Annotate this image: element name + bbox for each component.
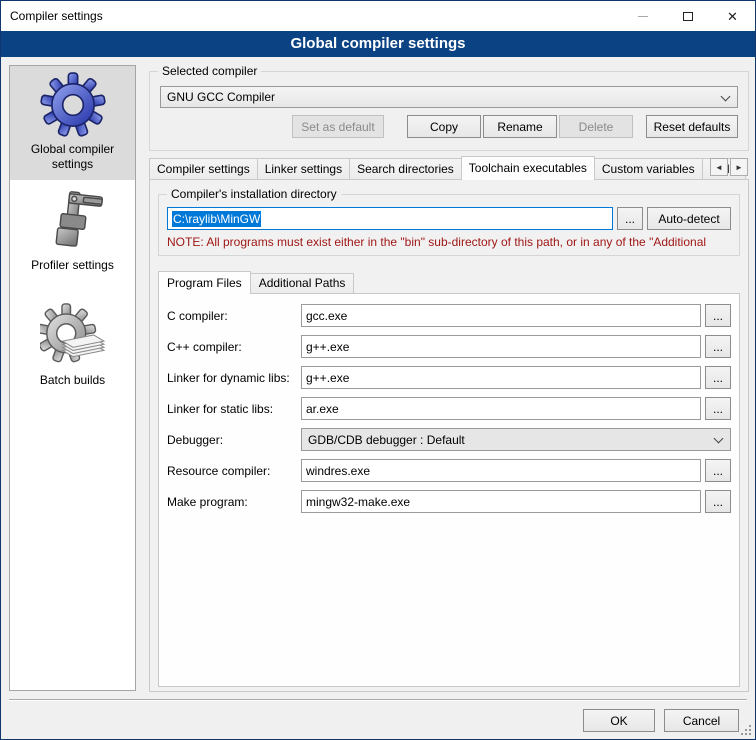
window-title: Compiler settings (1, 9, 103, 23)
cancel-button[interactable]: Cancel (664, 709, 739, 732)
arrow-left-icon: ◄ (715, 163, 723, 172)
linker-static-label: Linker for static libs: (167, 402, 301, 416)
linker-static-value: ar.exe (306, 402, 339, 416)
auto-detect-button[interactable]: Auto-detect (647, 207, 731, 230)
tab-toolchain-executables[interactable]: Toolchain executables (461, 156, 595, 180)
cpp-compiler-label: C++ compiler: (167, 340, 301, 354)
linker-dynamic-label: Linker for dynamic libs: (167, 371, 301, 385)
settings-tabstrip: Compiler settings Linker settings Search… (149, 155, 749, 179)
caliper-icon (40, 188, 106, 254)
minimize-icon (638, 16, 648, 17)
close-button[interactable]: ✕ (710, 1, 755, 31)
cpp-compiler-value: g++.exe (306, 340, 349, 354)
sidebar-item-label: Profiler settings (12, 258, 133, 273)
make-program-input[interactable]: mingw32-make.exe (301, 490, 701, 513)
dialog-heading: Global compiler settings (1, 31, 755, 57)
tab-scroll-left-button[interactable]: ◄ (710, 158, 728, 176)
linker-dynamic-value: g++.exe (306, 371, 349, 385)
browse-directory-button[interactable]: ... (617, 207, 643, 230)
footer-separator (9, 699, 747, 700)
debugger-label: Debugger: (167, 433, 301, 447)
maximize-icon (683, 12, 693, 21)
main-content: Selected compiler GNU GCC Compiler Set a… (149, 65, 749, 692)
linker-dynamic-browse-button[interactable]: ... (705, 366, 731, 389)
minimize-button[interactable] (620, 1, 665, 31)
maximize-button[interactable] (665, 1, 710, 31)
program-files-notebook: Program Files Additional Paths C compile… (158, 270, 740, 687)
resource-compiler-value: windres.exe (306, 464, 370, 478)
debugger-value: GDB/CDB debugger : Default (308, 433, 465, 447)
tab-additional-paths[interactable]: Additional Paths (250, 273, 355, 293)
chevron-down-icon (721, 92, 731, 102)
installation-directory-group-label: Compiler's installation directory (167, 187, 341, 201)
resize-grip[interactable] (749, 733, 751, 735)
bin-subdirectory-note: NOTE: All programs must exist either in … (167, 235, 731, 249)
reset-defaults-button[interactable]: Reset defaults (646, 115, 738, 138)
c-compiler-value: gcc.exe (306, 309, 347, 323)
resource-compiler-label: Resource compiler: (167, 464, 301, 478)
tab-linker-settings[interactable]: Linker settings (257, 158, 350, 179)
resource-compiler-input[interactable]: windres.exe (301, 459, 701, 482)
tab-compiler-settings[interactable]: Compiler settings (149, 158, 258, 179)
c-compiler-browse-button[interactable]: ... (705, 304, 731, 327)
field-row-linker-dynamic: Linker for dynamic libs: g++.exe ... (167, 366, 731, 389)
rename-button[interactable]: Rename (483, 115, 557, 138)
make-program-browse-button[interactable]: ... (705, 490, 731, 513)
sidebar-item-batch-builds[interactable]: Batch builds (10, 297, 135, 396)
cpp-compiler-browse-button[interactable]: ... (705, 335, 731, 358)
debugger-select[interactable]: GDB/CDB debugger : Default (301, 428, 731, 451)
close-icon: ✕ (727, 10, 738, 23)
resource-compiler-browse-button[interactable]: ... (705, 459, 731, 482)
titlebar: Compiler settings ✕ (1, 1, 755, 31)
field-row-make-program: Make program: mingw32-make.exe ... (167, 490, 731, 513)
toolchain-executables-page: Compiler's installation directory C:\ray… (149, 179, 749, 692)
c-compiler-input[interactable]: gcc.exe (301, 304, 701, 327)
installation-directory-value: C:\raylib\MinGW (172, 211, 261, 227)
arrow-right-icon: ► (735, 163, 743, 172)
sidebar-item-label: Batch builds (12, 373, 133, 388)
field-row-resource-compiler: Resource compiler: windres.exe ... (167, 459, 731, 482)
footer-buttons: OK Cancel (583, 709, 739, 732)
linker-static-browse-button[interactable]: ... (705, 397, 731, 420)
compiler-select[interactable]: GNU GCC Compiler (160, 86, 738, 108)
cpp-compiler-input[interactable]: g++.exe (301, 335, 701, 358)
field-row-c-compiler: C compiler: gcc.exe ... (167, 304, 731, 327)
copy-button[interactable]: Copy (407, 115, 481, 138)
linker-static-input[interactable]: ar.exe (301, 397, 701, 420)
installation-directory-group: Compiler's installation directory C:\ray… (158, 194, 740, 256)
set-as-default-button[interactable]: Set as default (292, 115, 384, 138)
tab-custom-variables[interactable]: Custom variables (594, 158, 703, 179)
tab-scroll-controls: ◄ ► (710, 158, 748, 176)
make-program-value: mingw32-make.exe (306, 495, 410, 509)
chevron-down-icon (714, 434, 724, 444)
tab-scroll-right-button[interactable]: ► (730, 158, 748, 176)
window-controls: ✕ (620, 1, 755, 31)
linker-dynamic-input[interactable]: g++.exe (301, 366, 701, 389)
ok-button[interactable]: OK (583, 709, 655, 732)
selected-compiler-group-label: Selected compiler (158, 64, 261, 78)
program-files-tabstrip: Program Files Additional Paths (158, 270, 740, 293)
delete-button[interactable]: Delete (559, 115, 633, 138)
field-row-linker-static: Linker for static libs: ar.exe ... (167, 397, 731, 420)
blue-gear-icon (40, 72, 106, 138)
field-row-cpp-compiler: C++ compiler: g++.exe ... (167, 335, 731, 358)
tab-program-files[interactable]: Program Files (158, 271, 251, 294)
c-compiler-label: C compiler: (167, 309, 301, 323)
compiler-actions: Set as default Copy Rename Delete Reset … (160, 115, 738, 138)
installation-directory-input[interactable]: C:\raylib\MinGW (167, 207, 613, 230)
sidebar-item-label: Global compiler settings (12, 142, 133, 172)
compiler-select-value: GNU GCC Compiler (167, 90, 275, 104)
sidebar-item-profiler-settings[interactable]: Profiler settings (10, 182, 135, 281)
sidebar-item-global-compiler-settings[interactable]: Global compiler settings (10, 66, 135, 180)
make-program-label: Make program: (167, 495, 301, 509)
gray-gear-stack-icon (40, 303, 106, 369)
settings-sidebar: Global compiler settings Profiler settin… (9, 65, 136, 691)
program-files-page: C compiler: gcc.exe ... C++ compiler: g+… (158, 293, 740, 687)
field-row-debugger: Debugger: GDB/CDB debugger : Default (167, 428, 731, 451)
selected-compiler-group: Selected compiler GNU GCC Compiler Set a… (149, 71, 749, 151)
installation-directory-row: C:\raylib\MinGW ... Auto-detect (167, 207, 731, 230)
tab-search-directories[interactable]: Search directories (349, 158, 462, 179)
compiler-settings-dialog: Compiler settings ✕ Global compiler sett… (0, 0, 756, 740)
